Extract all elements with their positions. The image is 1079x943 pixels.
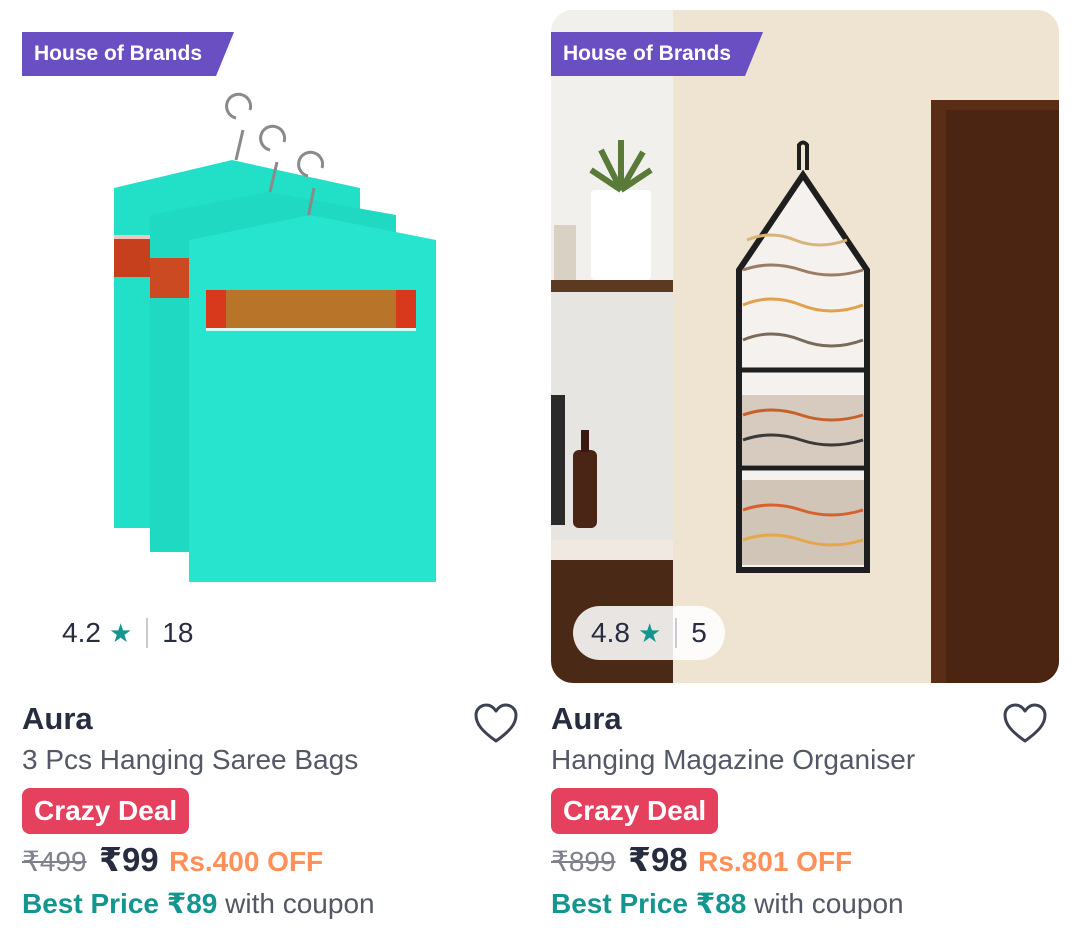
product-brand: Aura <box>22 701 93 736</box>
rating-divider <box>675 618 678 648</box>
product-brand: Aura <box>551 701 622 736</box>
coupon-text: with coupon <box>225 888 375 919</box>
wishlist-button[interactable] <box>472 700 520 748</box>
coupon-text: with coupon <box>754 888 904 919</box>
product-card-saree-bags[interactable]: House of Brands 4.2 ★ 18 Aura 3 Pcs Hang… <box>22 10 530 935</box>
price-row: ₹499 ₹99 Rs.400 OFF <box>22 840 530 880</box>
saree-bags-image <box>22 10 530 683</box>
crazy-deal-tag: Crazy Deal <box>551 788 719 834</box>
rating-count: 18 <box>162 617 194 648</box>
star-icon: ★ <box>637 617 662 648</box>
house-of-brands-badge: House of Brands <box>551 32 763 76</box>
product-card-magazine-organiser[interactable]: House of Brands 4.8 ★ 5 Aura Hanging Mag… <box>551 10 1059 935</box>
best-price: Best Price ₹88 <box>551 888 747 919</box>
rating-pill: 4.8 ★ 5 <box>573 606 725 660</box>
rating-divider <box>146 618 149 648</box>
product-info: Aura 3 Pcs Hanging Saree Bags Crazy Deal… <box>22 700 530 924</box>
price-row: ₹899 ₹98 Rs.801 OFF <box>551 840 1059 880</box>
product-title: Hanging Magazine Organiser <box>551 744 916 775</box>
sale-price: ₹99 <box>98 841 159 878</box>
rating-value: 4.8 <box>591 617 630 648</box>
house-of-brands-badge: House of Brands <box>22 32 234 76</box>
product-title: 3 Pcs Hanging Saree Bags <box>22 744 359 775</box>
original-price: ₹899 <box>551 846 616 877</box>
rating-count: 5 <box>691 617 707 648</box>
heart-outline-icon <box>1003 703 1047 743</box>
product-image[interactable]: House of Brands 4.2 ★ 18 <box>22 10 530 683</box>
best-price: Best Price ₹89 <box>22 888 218 919</box>
original-price: ₹499 <box>22 846 87 877</box>
discount-text: Rs.400 OFF <box>169 846 324 877</box>
rating-value: 4.2 <box>62 617 101 648</box>
best-price-row: Best Price ₹89 with coupon <box>22 884 530 924</box>
wishlist-button[interactable] <box>1001 700 1049 748</box>
heart-outline-icon <box>474 703 518 743</box>
rating-pill: 4.2 ★ 18 <box>44 606 211 660</box>
product-image[interactable]: House of Brands 4.8 ★ 5 <box>551 10 1059 683</box>
magazine-organiser-image <box>551 10 1059 683</box>
crazy-deal-tag: Crazy Deal <box>22 788 190 834</box>
product-info: Aura Hanging Magazine Organiser Crazy De… <box>551 700 1059 924</box>
sale-price: ₹98 <box>627 841 688 878</box>
star-icon: ★ <box>108 617 133 648</box>
best-price-row: Best Price ₹88 with coupon <box>551 884 1059 924</box>
discount-text: Rs.801 OFF <box>698 846 853 877</box>
